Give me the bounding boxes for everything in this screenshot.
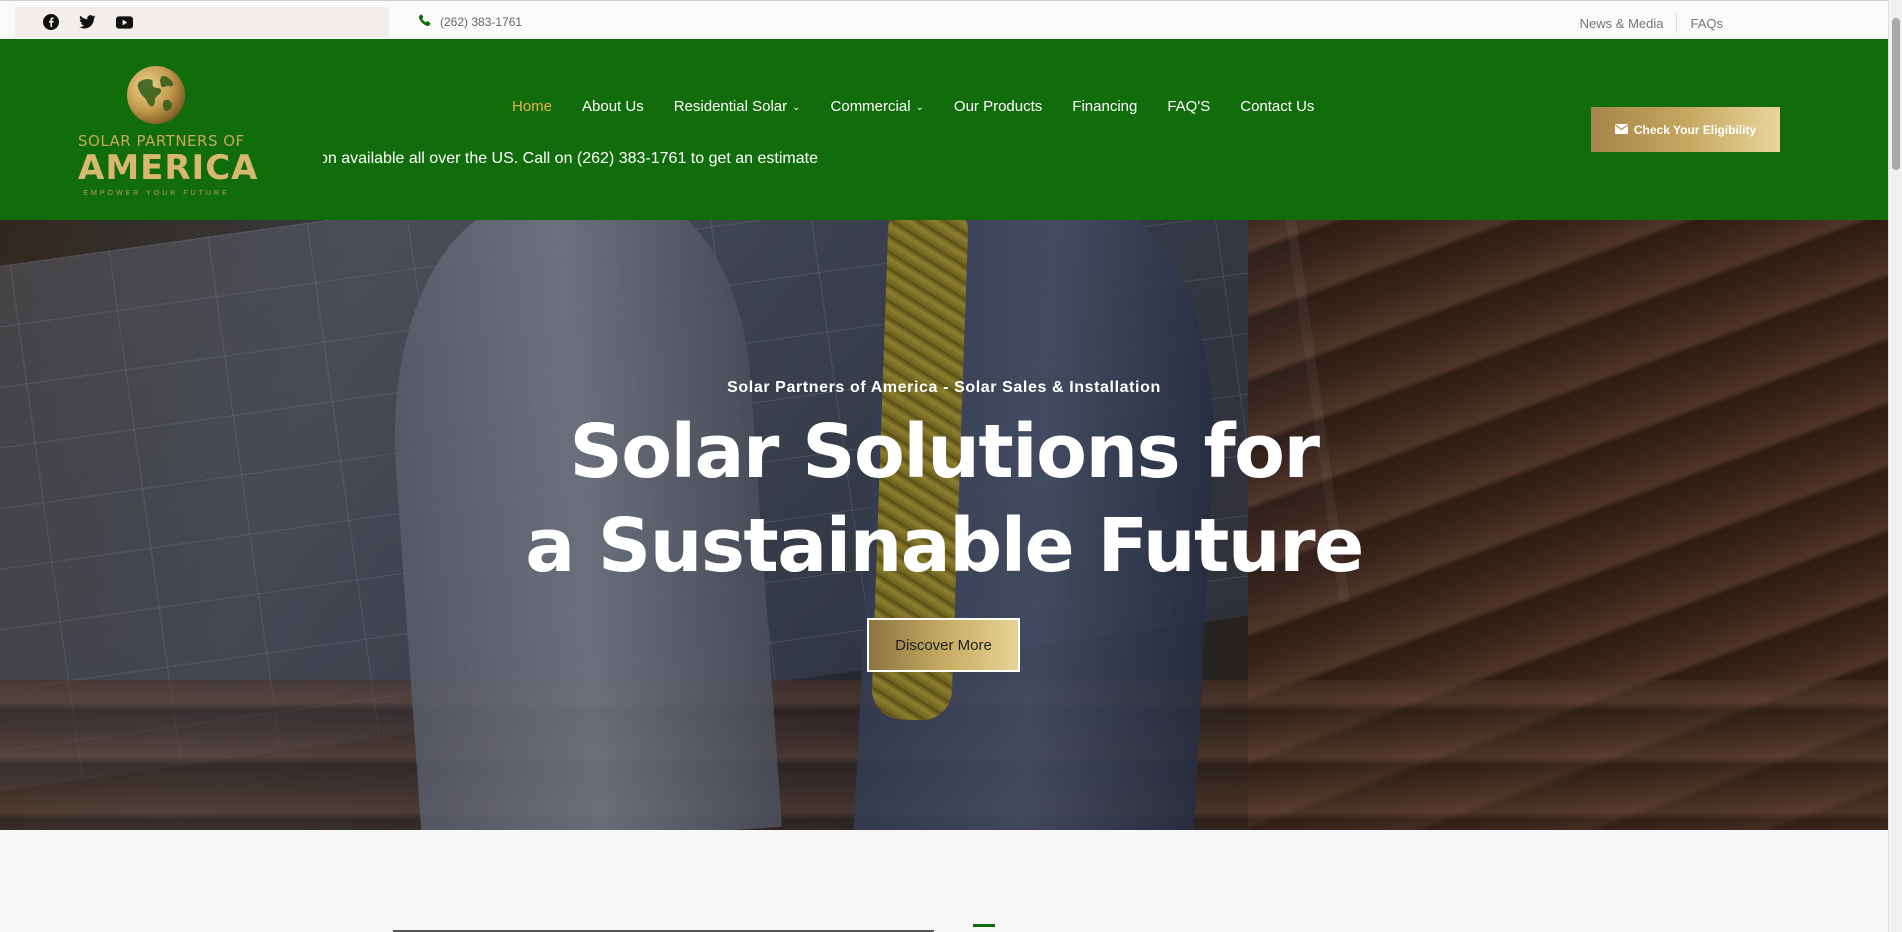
nav-label: Commercial [830, 97, 911, 115]
hero-title-line-2: a Sustainable Future [525, 503, 1364, 589]
nav-about-us[interactable]: About Us [582, 98, 644, 115]
hero-subtitle: Solar Partners of America - Solar Sales … [727, 379, 1161, 396]
site-logo[interactable]: SOLAR PARTNERS OF AMERICA EMPOWER YOUR F… [78, 64, 259, 204]
next-section [0, 830, 1888, 932]
chevron-down-icon: ⌄ [915, 101, 924, 113]
nav-home[interactable]: Home [512, 98, 552, 115]
divider [1676, 13, 1678, 33]
nav-label: Financing [1072, 97, 1138, 115]
top-bar: (262) 383-1761 News & Media FAQs [0, 0, 1888, 39]
nav-label: FAQ'S [1167, 97, 1211, 115]
scrollbar-thumb[interactable] [1892, 18, 1900, 170]
nav-our-products[interactable]: Our Products [954, 98, 1042, 115]
nav-financing[interactable]: Financing [1072, 98, 1137, 115]
nav-faqs[interactable]: FAQ'S [1167, 98, 1210, 115]
nav-commercial[interactable]: Commercial ⌄ [831, 98, 924, 115]
main-header: SOLAR PARTNERS OF AMERICA EMPOWER YOUR F… [0, 39, 1888, 220]
page-scrollbar[interactable] [1888, 0, 1902, 932]
envelope-icon [1614, 123, 1628, 137]
top-phone-number: (262) 383-1761 [440, 14, 523, 29]
facebook-icon[interactable] [42, 14, 59, 31]
faqs-link[interactable]: FAQs [1690, 16, 1723, 31]
top-phone[interactable]: (262) 383-1761 [418, 13, 522, 30]
youtube-icon[interactable] [116, 14, 133, 31]
logo-text-main: AMERICA [78, 148, 259, 188]
nav-label: About Us [582, 97, 644, 115]
marquee-text: on available all over the US. Call on (2… [323, 150, 818, 167]
cta-label: Check Your Eligibility [1633, 122, 1757, 137]
nav-label: Contact Us [1240, 97, 1315, 115]
chevron-down-icon: ⌄ [792, 101, 801, 113]
hero-section: Solar Partners of America - Solar Sales … [0, 220, 1888, 830]
section-accent-line [973, 924, 995, 927]
hero-title: Solar Solutions for a Sustainable Future [0, 405, 1888, 593]
nav-label: Our Products [953, 97, 1043, 115]
check-eligibility-button[interactable]: Check Your Eligibility [1591, 107, 1780, 152]
phone-icon [418, 13, 432, 30]
nav-residential-solar[interactable]: Residential Solar ⌄ [674, 98, 801, 115]
announcement-marquee: on available all over the US. Call on (2… [323, 149, 843, 171]
nav-label: Residential Solar [673, 97, 788, 115]
discover-more-button[interactable]: Discover More [867, 618, 1020, 672]
nav-contact-us[interactable]: Contact Us [1240, 98, 1314, 115]
hero-title-line-1: Solar Solutions for [569, 409, 1320, 495]
twitter-icon[interactable] [79, 14, 96, 31]
logo-tagline: EMPOWER YOUR FUTURE [83, 190, 230, 197]
top-links: News & Media FAQs [1580, 13, 1723, 33]
globe-icon [127, 66, 185, 124]
social-links [15, 7, 389, 37]
hero-content: Solar Partners of America - Solar Sales … [0, 220, 1888, 830]
nav-label: Home [512, 97, 553, 115]
main-nav: Home About Us Residential Solar ⌄ Commerc… [512, 94, 1344, 118]
news-media-link[interactable]: News & Media [1580, 16, 1664, 31]
